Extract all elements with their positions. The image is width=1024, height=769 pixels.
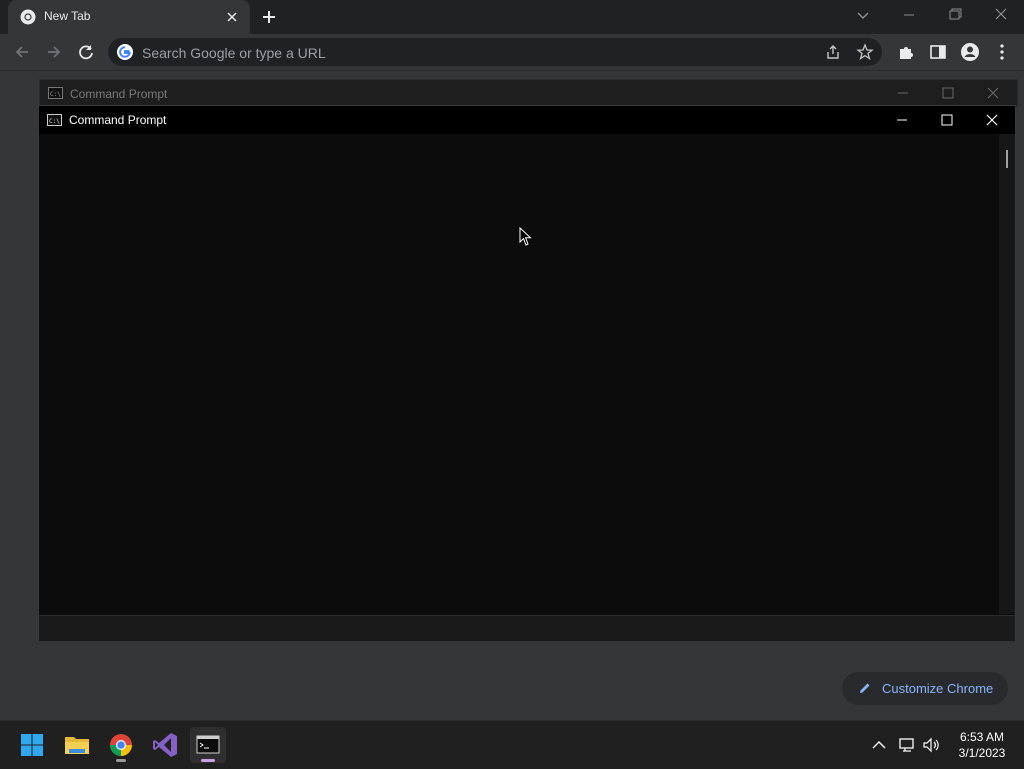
cmd-terminal-icon — [190, 727, 226, 763]
browser-toolbar: Search Google or type a URL — [0, 34, 1024, 71]
side-panel-icon[interactable] — [927, 41, 949, 63]
svg-text:C:\: C:\ — [50, 91, 61, 98]
command-prompt-window-inactive[interactable]: C:\ Command Prompt — [39, 79, 1018, 107]
extensions-puzzle-icon[interactable] — [895, 41, 917, 63]
taskbar-command-prompt[interactable] — [190, 727, 226, 763]
windows-logo-icon — [14, 727, 50, 763]
show-hidden-icons-chevron-icon[interactable] — [869, 735, 889, 755]
share-icon[interactable] — [824, 43, 842, 61]
close-window-icon[interactable] — [988, 4, 1014, 26]
tab-new-tab[interactable]: New Tab — [8, 0, 250, 34]
window-title: Command Prompt — [69, 113, 167, 127]
command-prompt-window[interactable]: C:\ Command Prompt — [38, 105, 1016, 641]
profile-avatar-icon[interactable] — [959, 41, 981, 63]
taskbar: 6:53 AM 3/1/2023 — [0, 720, 1024, 769]
taskbar-visual-studio[interactable] — [147, 727, 183, 763]
folder-icon — [59, 727, 95, 763]
active-indicator — [201, 759, 215, 762]
restore-icon[interactable] — [942, 4, 968, 26]
vertical-scrollbar[interactable] — [999, 134, 1015, 614]
customize-chrome-button[interactable]: Customize Chrome — [842, 672, 1008, 705]
close-icon[interactable] — [969, 106, 1015, 134]
clock-time: 6:53 AM — [959, 730, 1005, 744]
system-clock[interactable]: 6:53 AM 3/1/2023 — [950, 729, 1014, 761]
chrome-icon — [103, 727, 139, 763]
chrome-menu-kebab-icon[interactable] — [991, 41, 1013, 63]
minimize-icon[interactable] — [896, 4, 922, 26]
tab-search-chevron-icon[interactable] — [852, 6, 874, 26]
volume-speaker-icon[interactable] — [921, 735, 941, 755]
bookmark-star-icon[interactable] — [856, 43, 874, 61]
start-button[interactable] — [14, 727, 50, 763]
forward-arrow-icon[interactable] — [43, 41, 65, 63]
tab-title: New Tab — [44, 9, 91, 23]
taskbar-file-explorer[interactable] — [59, 727, 95, 763]
scrollbar-thumb[interactable] — [1006, 150, 1008, 168]
svg-text:C:\: C:\ — [49, 118, 60, 125]
console-output-area[interactable] — [39, 134, 999, 614]
address-bar[interactable]: Search Google or type a URL — [108, 38, 882, 66]
clock-date: 3/1/2023 — [958, 746, 1006, 760]
close-icon[interactable] — [970, 80, 1016, 106]
cmd-title-bar[interactable]: C:\ Command Prompt — [39, 106, 1015, 134]
customize-chrome-label: Customize Chrome — [882, 681, 994, 696]
mouse-pointer-icon — [519, 227, 533, 247]
minimize-icon[interactable] — [879, 106, 925, 134]
minimize-icon[interactable] — [880, 80, 926, 106]
visual-studio-icon — [147, 727, 183, 763]
cmd-bottom-strip — [39, 615, 1015, 641]
maximize-icon[interactable] — [924, 106, 970, 134]
address-placeholder: Search Google or type a URL — [142, 45, 326, 61]
network-icon[interactable] — [897, 735, 917, 755]
maximize-icon[interactable] — [925, 80, 971, 106]
cmd-icon: C:\ — [47, 114, 62, 126]
cmd-icon: C:\ — [48, 87, 63, 99]
taskbar-google-chrome[interactable] — [103, 727, 139, 763]
pencil-icon — [858, 681, 872, 695]
tab-close-icon[interactable] — [224, 9, 240, 25]
tab-strip: New Tab — [0, 0, 1024, 34]
window-title: Command Prompt — [70, 87, 168, 101]
chrome-icon — [20, 9, 36, 25]
back-arrow-icon[interactable] — [11, 41, 33, 63]
running-indicator — [116, 759, 126, 762]
reload-icon[interactable] — [75, 41, 97, 63]
google-g-icon — [117, 44, 133, 60]
new-tab-plus-icon[interactable] — [258, 6, 280, 28]
